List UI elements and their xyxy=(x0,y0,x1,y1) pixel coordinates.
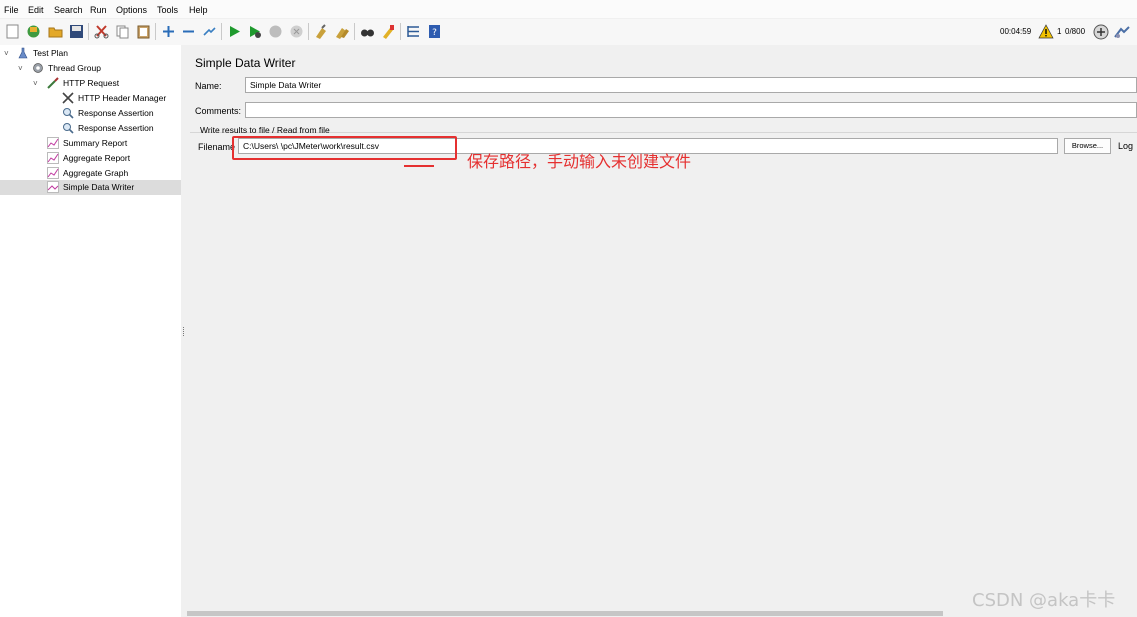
collapse-icon[interactable] xyxy=(180,23,197,40)
clear-all-icon[interactable] xyxy=(334,23,351,40)
status-area: 00:04:59 1 0/800 xyxy=(997,19,1137,45)
annotation-text: 保存路径，手动输入未创建文件 xyxy=(467,152,692,171)
toolbar-separator xyxy=(308,23,309,40)
toggle-icon[interactable] xyxy=(201,23,218,40)
menu-help[interactable]: Help xyxy=(189,5,208,15)
magnifier-icon xyxy=(62,122,74,134)
help-icon[interactable]: ? xyxy=(426,23,443,40)
function-helper-icon[interactable] xyxy=(405,23,422,40)
watermark: CSDN @aka卡卡 xyxy=(972,590,1116,611)
log-label: Log xyxy=(1118,141,1134,151)
comments-label: Comments: xyxy=(195,106,242,116)
test-plan-tree: ˅ Test Plan ˅ Thread Group ˅ HTTP Reques… xyxy=(0,45,182,617)
templates-icon[interactable] xyxy=(25,23,42,40)
splitter-grip[interactable] xyxy=(183,327,186,336)
search-icon[interactable] xyxy=(359,23,376,40)
wrench-icon xyxy=(62,92,74,104)
name-field[interactable]: Simple Data Writer xyxy=(245,77,1137,93)
thread-count: 0/800 xyxy=(1065,27,1086,36)
annotation-underline xyxy=(404,165,434,167)
toolbar-separator xyxy=(400,23,401,40)
clear-icon[interactable] xyxy=(313,23,330,40)
menu-tools[interactable]: Tools xyxy=(157,5,178,15)
chevron-down-icon[interactable]: ˅ xyxy=(18,61,26,76)
group-border xyxy=(190,132,1137,134)
comments-field[interactable] xyxy=(245,102,1137,118)
graph-icon xyxy=(47,181,59,193)
tree-node-response-assertion[interactable]: Response Assertion xyxy=(0,106,181,121)
reset-search-icon[interactable] xyxy=(380,23,397,40)
tree-node-aggregate-report[interactable]: Aggregate Report xyxy=(0,151,181,166)
chevron-down-icon[interactable]: ˅ xyxy=(33,76,41,91)
tree-node-simple-data-writer[interactable]: Simple Data Writer xyxy=(0,180,181,195)
tree-node-aggregate-graph[interactable]: Aggregate Graph xyxy=(0,166,181,181)
save-icon[interactable] xyxy=(68,23,85,40)
element-editor: Simple Data Writer Name: Simple Data Wri… xyxy=(187,45,1137,617)
warning-count: 1 xyxy=(1057,27,1062,36)
remote-status-icon xyxy=(1093,24,1109,42)
page-title: Simple Data Writer xyxy=(195,56,296,70)
new-icon[interactable] xyxy=(4,23,21,40)
toolbar: ? xyxy=(0,19,1137,46)
log-viewer-icon[interactable] xyxy=(1114,25,1130,41)
group-title: Write results to file / Read from file xyxy=(200,125,330,135)
filename-label: Filename xyxy=(198,142,236,152)
menu-file[interactable]: File xyxy=(4,5,19,15)
chevron-down-icon[interactable]: ˅ xyxy=(4,46,12,61)
menu-options[interactable]: Options xyxy=(116,5,147,15)
elapsed-time: 00:04:59 xyxy=(1000,27,1032,36)
paste-icon[interactable] xyxy=(135,23,152,40)
gear-icon xyxy=(32,62,44,74)
start-no-pauses-icon[interactable] xyxy=(246,23,263,40)
cut-icon[interactable] xyxy=(93,23,110,40)
tree-node-http-request[interactable]: ˅ HTTP Request xyxy=(0,76,181,91)
open-icon[interactable] xyxy=(47,23,64,40)
horizontal-scrollbar[interactable] xyxy=(187,611,943,616)
toolbar-separator xyxy=(221,23,222,40)
tree-node-response-assertion[interactable]: Response Assertion xyxy=(0,121,181,136)
flask-icon xyxy=(17,47,29,59)
tree-node-test-plan[interactable]: ˅ Test Plan xyxy=(0,46,181,61)
toolbar-separator xyxy=(155,23,156,40)
name-label: Name: xyxy=(195,81,222,91)
magnifier-icon xyxy=(62,107,74,119)
svg-text:?: ? xyxy=(432,28,437,38)
graph-icon xyxy=(47,167,59,179)
shutdown-icon[interactable] xyxy=(288,23,305,40)
menu-edit[interactable]: Edit xyxy=(28,5,44,15)
graph-icon xyxy=(47,137,59,149)
toolbar-separator xyxy=(354,23,355,40)
menu-run[interactable]: Run xyxy=(90,5,107,15)
stop-icon[interactable] xyxy=(267,23,284,40)
tree-node-http-header-manager[interactable]: HTTP Header Manager xyxy=(0,91,181,106)
menu-search[interactable]: Search xyxy=(54,5,83,15)
start-icon[interactable] xyxy=(226,23,243,40)
pipette-icon xyxy=(47,77,59,89)
browse-button[interactable]: Browse... xyxy=(1064,138,1111,154)
tree-node-summary-report[interactable]: Summary Report xyxy=(0,136,181,151)
tree-node-thread-group[interactable]: ˅ Thread Group xyxy=(0,61,181,76)
menu-bar: File Edit Search Run Options Tools Help xyxy=(0,0,1137,18)
graph-icon xyxy=(47,152,59,164)
toolbar-separator xyxy=(88,23,89,40)
expand-icon[interactable] xyxy=(160,23,177,40)
annotation-highlight-box xyxy=(232,136,457,160)
copy-icon[interactable] xyxy=(114,23,131,40)
warning-icon[interactable] xyxy=(1038,24,1054,41)
